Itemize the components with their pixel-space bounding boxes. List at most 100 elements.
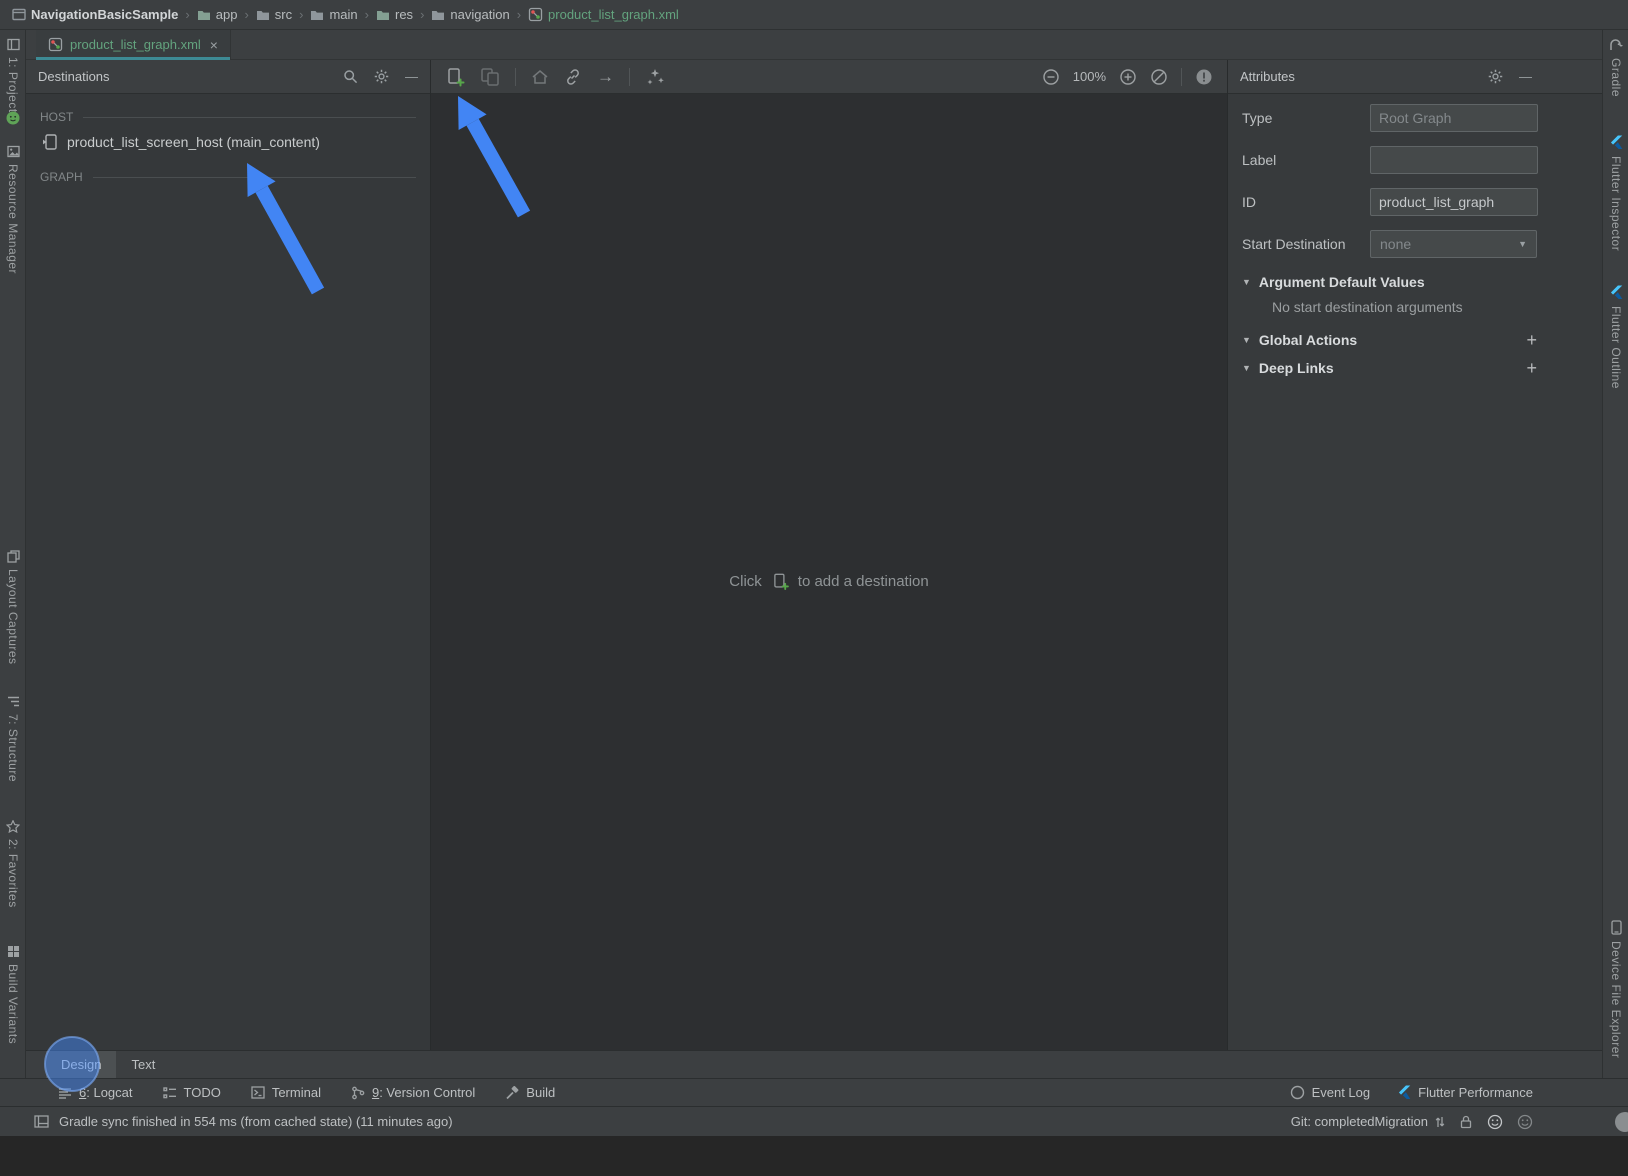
folder-icon [310, 9, 324, 21]
build-variants-icon [7, 945, 20, 958]
breadcrumb-item-res[interactable]: res [376, 7, 413, 22]
status-message: Gradle sync finished in 554 ms (from cac… [59, 1114, 453, 1129]
tab-product-list-graph[interactable]: product_list_graph.xml × [36, 30, 231, 59]
structure-icon [7, 695, 20, 708]
auto-arrange-sparkles-icon[interactable] [645, 67, 665, 87]
breadcrumb-label[interactable]: res [395, 7, 413, 22]
sidebar-item-build-variants[interactable]: Build Variants [0, 945, 26, 1044]
sidebar-item-flutter-outline[interactable]: Flutter Outline [1603, 285, 1628, 389]
stripe-label: Layout Captures [6, 569, 20, 665]
destination-label: product_list_screen_host (main_content) [67, 134, 320, 150]
collapse-triangle-icon: ▼ [1242, 363, 1251, 373]
toolbar-separator [1181, 68, 1182, 86]
gradle-icon [1608, 38, 1624, 52]
folder-icon [197, 9, 211, 21]
toolwindow-logcat[interactable]: 6: Logcat [58, 1085, 133, 1100]
gear-icon[interactable] [374, 69, 389, 84]
sidebar-item-favorites[interactable]: 2: Favorites [0, 820, 26, 908]
message-suffix: to add a destination [798, 573, 929, 590]
issues-warning-icon[interactable] [1195, 68, 1213, 86]
home-icon[interactable] [531, 69, 549, 85]
stripe-label: 1: Project [6, 57, 20, 113]
add-global-action-button[interactable]: + [1526, 331, 1537, 349]
toolwindow-flutter-performance[interactable]: Flutter Performance [1398, 1085, 1533, 1100]
folder-icon [431, 9, 445, 21]
layout-captures-icon [7, 550, 20, 563]
stripe-label: 7: Structure [6, 714, 20, 782]
sidebar-item-layout-captures[interactable]: Layout Captures [0, 550, 26, 665]
breadcrumb-label[interactable]: navigation [450, 7, 509, 22]
action-arrow-icon[interactable]: → [597, 68, 614, 85]
panel-title: Destinations [38, 69, 110, 84]
toolwindow-terminal[interactable]: Terminal [251, 1085, 321, 1100]
breadcrumb-item-main[interactable]: main [310, 7, 357, 22]
status-bar: Gradle sync finished in 554 ms (from cac… [0, 1106, 1628, 1136]
tab-close-icon[interactable]: × [210, 37, 218, 53]
field-label: ID [1242, 194, 1370, 210]
id-field[interactable] [1370, 188, 1538, 216]
attr-row-start-destination: Start Destination none ▼ [1242, 230, 1537, 258]
canvas-toolbar: → 100% [431, 60, 1227, 94]
editor-tab-bar: product_list_graph.xml × [26, 30, 1602, 60]
breadcrumb-label[interactable]: main [329, 7, 357, 22]
breadcrumb-item-src[interactable]: src [256, 7, 292, 22]
sidebar-item-gradle[interactable]: Gradle [1603, 38, 1628, 97]
attributes-panel: Attributes — Type Label ID Start Destina… [1227, 60, 1602, 1050]
zoom-out-icon[interactable] [1042, 68, 1060, 86]
git-branch-widget[interactable]: Git: completedMigration [1291, 1114, 1445, 1129]
start-destination-dropdown[interactable]: none ▼ [1370, 230, 1537, 258]
field-label: Label [1242, 152, 1370, 168]
destinations-list: HOST product_list_screen_host (main_cont… [26, 94, 430, 190]
sidebar-item-project[interactable]: 1: Project [0, 38, 26, 113]
breadcrumb-label[interactable]: product_list_graph.xml [548, 7, 679, 22]
toolwindow-todo[interactable]: TODO [163, 1085, 221, 1100]
zoom-fit-icon[interactable] [1150, 68, 1168, 86]
hide-panel-icon[interactable]: — [1519, 70, 1532, 83]
smiley-dim-icon[interactable] [1517, 1114, 1533, 1130]
hide-panel-icon[interactable]: — [405, 70, 418, 83]
argument-defaults-empty-text: No start destination arguments [1242, 290, 1537, 315]
breadcrumb-item-file[interactable]: product_list_graph.xml [528, 7, 679, 22]
breadcrumb-label[interactable]: app [216, 7, 238, 22]
breadcrumb-separator: › [365, 7, 369, 22]
section-global-actions[interactable]: ▼ Global Actions + [1242, 331, 1537, 349]
section-title: Deep Links [1259, 360, 1334, 376]
lock-icon[interactable] [1459, 1115, 1473, 1129]
sidebar-item-structure[interactable]: 7: Structure [0, 695, 26, 782]
section-argument-default-values[interactable]: ▼ Argument Default Values [1242, 274, 1537, 290]
sidebar-item-device-file-explorer[interactable]: Device File Explorer [1603, 920, 1628, 1058]
zoom-in-icon[interactable] [1119, 68, 1137, 86]
section-deep-links[interactable]: ▼ Deep Links + [1242, 359, 1537, 377]
breadcrumb-label[interactable]: src [275, 7, 292, 22]
add-deep-link-button[interactable]: + [1526, 359, 1537, 377]
search-icon[interactable] [343, 69, 358, 84]
toolwindow-toggle-icon[interactable] [34, 1115, 49, 1128]
resource-manager-icon [7, 145, 20, 158]
sidebar-item-android-monkey[interactable] [0, 110, 26, 126]
stripe-label: Gradle [1609, 58, 1623, 97]
breadcrumb-item-app[interactable]: app [197, 7, 238, 22]
toolwindow-version-control[interactable]: 9: Version Control [351, 1085, 475, 1100]
breadcrumb-label[interactable]: NavigationBasicSample [31, 7, 178, 22]
project-icon [7, 38, 20, 51]
toolbar-separator [515, 68, 516, 86]
label-field[interactable] [1370, 146, 1538, 174]
breadcrumb-item-project[interactable]: NavigationBasicSample [12, 7, 178, 22]
smiley-feedback-icon[interactable] [1487, 1114, 1503, 1130]
destination-item-host[interactable]: product_list_screen_host (main_content) [40, 124, 416, 160]
toolwindow-build[interactable]: Build [505, 1085, 555, 1100]
stripe-label: Flutter Outline [1609, 306, 1623, 389]
add-destination-icon[interactable] [445, 67, 465, 87]
sidebar-item-resource-manager[interactable]: Resource Manager [0, 145, 26, 274]
nested-graph-icon[interactable] [480, 67, 500, 87]
breadcrumb-item-navigation[interactable]: navigation [431, 7, 509, 22]
attributes-body: Type Label ID Start Destination none ▼ ▼ [1228, 94, 1602, 377]
toolwindow-event-log[interactable]: Event Log [1290, 1085, 1371, 1100]
tab-design[interactable]: Design [46, 1051, 116, 1078]
tab-text[interactable]: Text [116, 1051, 170, 1078]
sidebar-item-flutter-inspector[interactable]: Flutter Inspector [1603, 135, 1628, 251]
attr-row-id: ID [1242, 188, 1537, 216]
link-icon[interactable] [564, 68, 582, 86]
gear-icon[interactable] [1488, 69, 1503, 84]
window-bottom-edge [0, 1136, 1628, 1176]
